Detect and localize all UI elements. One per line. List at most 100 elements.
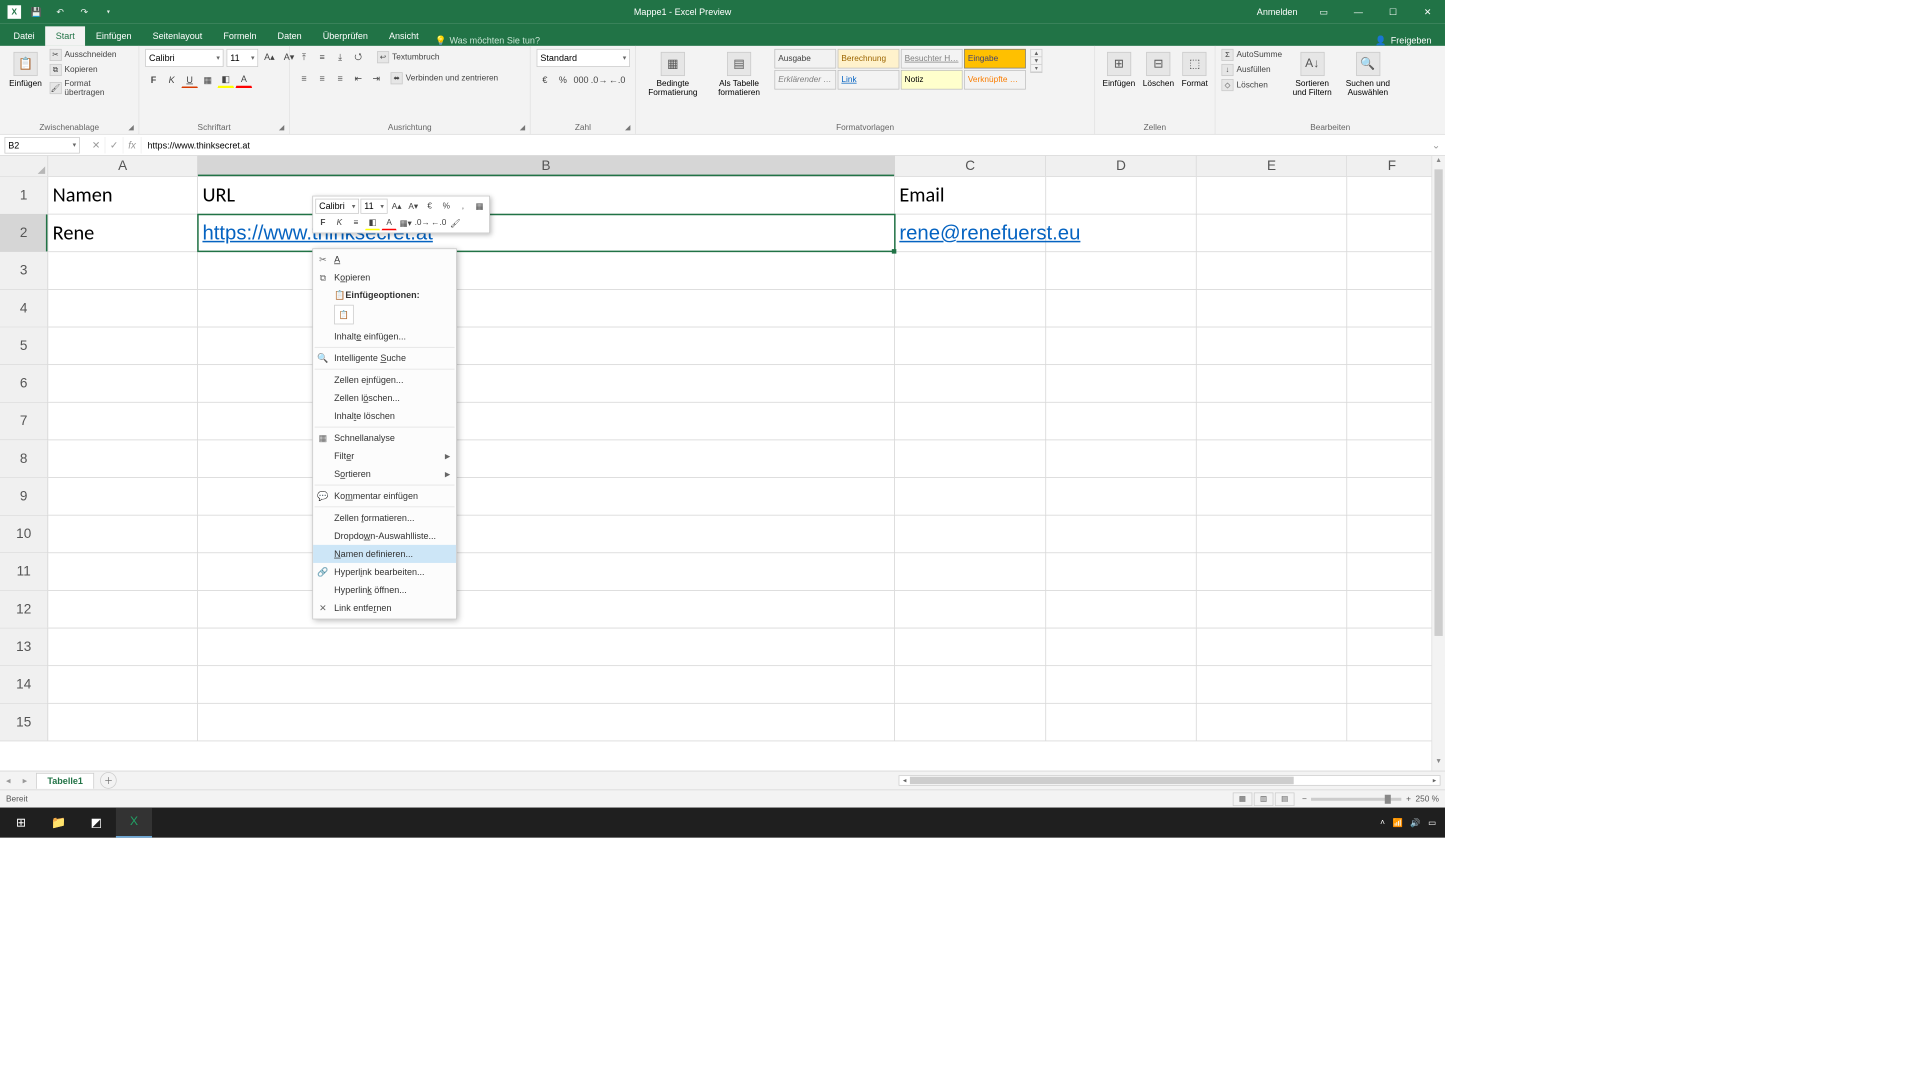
ctx-smart-lookup[interactable]: 🔍Intelligente Suche [313,349,456,367]
zoom-level[interactable]: 250 % [1415,794,1438,803]
comma-icon[interactable]: 000 [573,71,590,88]
copy-button[interactable]: ⧉Kopieren [49,64,132,76]
zoom-slider[interactable] [1311,797,1401,800]
redo-icon[interactable]: ↷ [75,3,93,21]
align-middle-icon[interactable]: ≡ [314,49,331,66]
row-header[interactable]: 14 [0,666,48,703]
taskbar-app-icon[interactable]: ◩ [78,808,114,838]
cell-D8[interactable] [1046,440,1197,477]
merge-center-button[interactable]: ⬌Verbinden und zentrieren [391,72,499,84]
cell-styles-gallery[interactable]: Ausgabe Berechnung Besuchter H… Eingabe … [774,49,1025,90]
cell-F10[interactable] [1347,516,1437,553]
align-right-icon[interactable]: ≡ [332,70,349,87]
row-header[interactable]: 4 [0,290,48,327]
cell-F11[interactable] [1347,553,1437,590]
decrease-decimal-icon[interactable]: ←.0 [609,71,626,88]
ctx-filter[interactable]: Filter▶ [313,447,456,465]
mini-increase-font-icon[interactable]: A▴ [389,199,404,214]
mini-font-color-icon[interactable]: A [382,215,397,230]
cell-E12[interactable] [1197,591,1348,628]
spreadsheet-grid[interactable]: A B C D E F 1NamenURLEmail2Renehttps://w… [0,156,1445,771]
cell-D6[interactable] [1046,365,1197,402]
vertical-scrollbar[interactable]: ▲ ▼ [1431,156,1445,771]
cell-F13[interactable] [1347,628,1437,665]
cell-E1[interactable] [1197,177,1348,214]
cell-B2[interactable]: https://www.thinksecret.at [198,214,895,251]
cell-D14[interactable] [1046,666,1197,703]
tray-chevron-icon[interactable]: ˄ [1380,818,1385,827]
bold-icon[interactable]: F [145,71,162,88]
cell-B8[interactable] [198,440,895,477]
align-left-icon[interactable]: ≡ [296,70,313,87]
dialog-launcher-icon[interactable]: ◢ [623,123,632,132]
cell-C13[interactable] [895,628,1046,665]
cell-A13[interactable] [48,628,198,665]
column-header-b[interactable]: B [198,156,895,176]
row-header[interactable]: 11 [0,553,48,590]
cell-A9[interactable] [48,478,198,515]
close-icon[interactable]: ✕ [1410,0,1445,23]
tab-formulas[interactable]: Formeln [213,26,267,46]
ctx-paste-special[interactable]: Inhalte einfügen... [313,327,456,345]
tray-lang-icon[interactable]: ▭ [1428,818,1436,828]
cell-B15[interactable] [198,704,895,741]
cell-A12[interactable] [48,591,198,628]
mini-accounting-icon[interactable]: € [422,199,437,214]
name-box[interactable]: B2▾ [5,137,80,154]
underline-icon[interactable]: U [181,71,198,88]
cell-D7[interactable] [1046,403,1197,440]
mini-font-combo[interactable]: Calibri▾ [315,199,359,214]
cell-D11[interactable] [1046,553,1197,590]
cell-C5[interactable] [895,327,1046,364]
mini-bold-icon[interactable]: F [315,215,330,230]
cell-C4[interactable] [895,290,1046,327]
page-layout-view-icon[interactable]: ▥ [1254,792,1274,806]
cell-E5[interactable] [1197,327,1348,364]
cell-E13[interactable] [1197,628,1348,665]
cell-A10[interactable] [48,516,198,553]
clear-button[interactable]: ◇Löschen [1221,79,1282,91]
style-besucht[interactable]: Besuchter H… [901,49,963,69]
cell-D2[interactable] [1046,214,1197,251]
cell-F8[interactable] [1347,440,1437,477]
cell-C9[interactable] [895,478,1046,515]
undo-icon[interactable]: ↶ [51,3,69,21]
ctx-format-cells[interactable]: Zellen formatieren... [313,509,456,527]
tab-home[interactable]: Start [45,26,85,46]
expand-formula-bar-icon[interactable]: ⌄ [1427,137,1445,154]
cell-E14[interactable] [1197,666,1348,703]
cell-E15[interactable] [1197,704,1348,741]
cell-F7[interactable] [1347,403,1437,440]
cell-D5[interactable] [1046,327,1197,364]
cell-A2[interactable]: Rene [48,214,198,251]
column-header-f[interactable]: F [1347,156,1437,176]
cell-A6[interactable] [48,365,198,402]
cell-F5[interactable] [1347,327,1437,364]
cell-C12[interactable] [895,591,1046,628]
horizontal-scrollbar[interactable]: ◂▸ [899,775,1441,786]
column-header-c[interactable]: C [895,156,1046,176]
cell-A1[interactable]: Namen [48,177,198,214]
style-ausgabe[interactable]: Ausgabe [774,49,836,69]
formula-input[interactable]: https://www.thinksecret.at [141,140,1426,151]
format-as-table-button[interactable]: ▤Als Tabelle formatieren [708,49,770,100]
sheet-nav-prev-icon[interactable]: ◂ [0,775,17,786]
cell-B1[interactable]: URL [198,177,895,214]
align-bottom-icon[interactable]: ⤓ [332,49,349,66]
row-header[interactable]: 3 [0,252,48,289]
page-break-view-icon[interactable]: ▤ [1275,792,1295,806]
cell-F9[interactable] [1347,478,1437,515]
border-icon[interactable]: ▦ [199,71,216,88]
cell-F6[interactable] [1347,365,1437,402]
ctx-copy[interactable]: ⧉Kopieren [313,269,456,287]
cell-F14[interactable] [1347,666,1437,703]
mini-size-combo[interactable]: 11▾ [360,199,387,214]
ctx-edit-hyperlink[interactable]: 🔗Hyperlink bearbeiten... [313,563,456,581]
increase-font-icon[interactable]: A▴ [261,49,278,66]
cell-E9[interactable] [1197,478,1348,515]
mini-align-icon[interactable]: ≡ [348,215,363,230]
mini-inc-decimal-icon[interactable]: .0→ [415,215,430,230]
paste-button[interactable]: 📋 Einfügen [6,49,45,91]
font-name-combo[interactable]: Calibri▾ [145,49,223,67]
cell-C3[interactable] [895,252,1046,289]
